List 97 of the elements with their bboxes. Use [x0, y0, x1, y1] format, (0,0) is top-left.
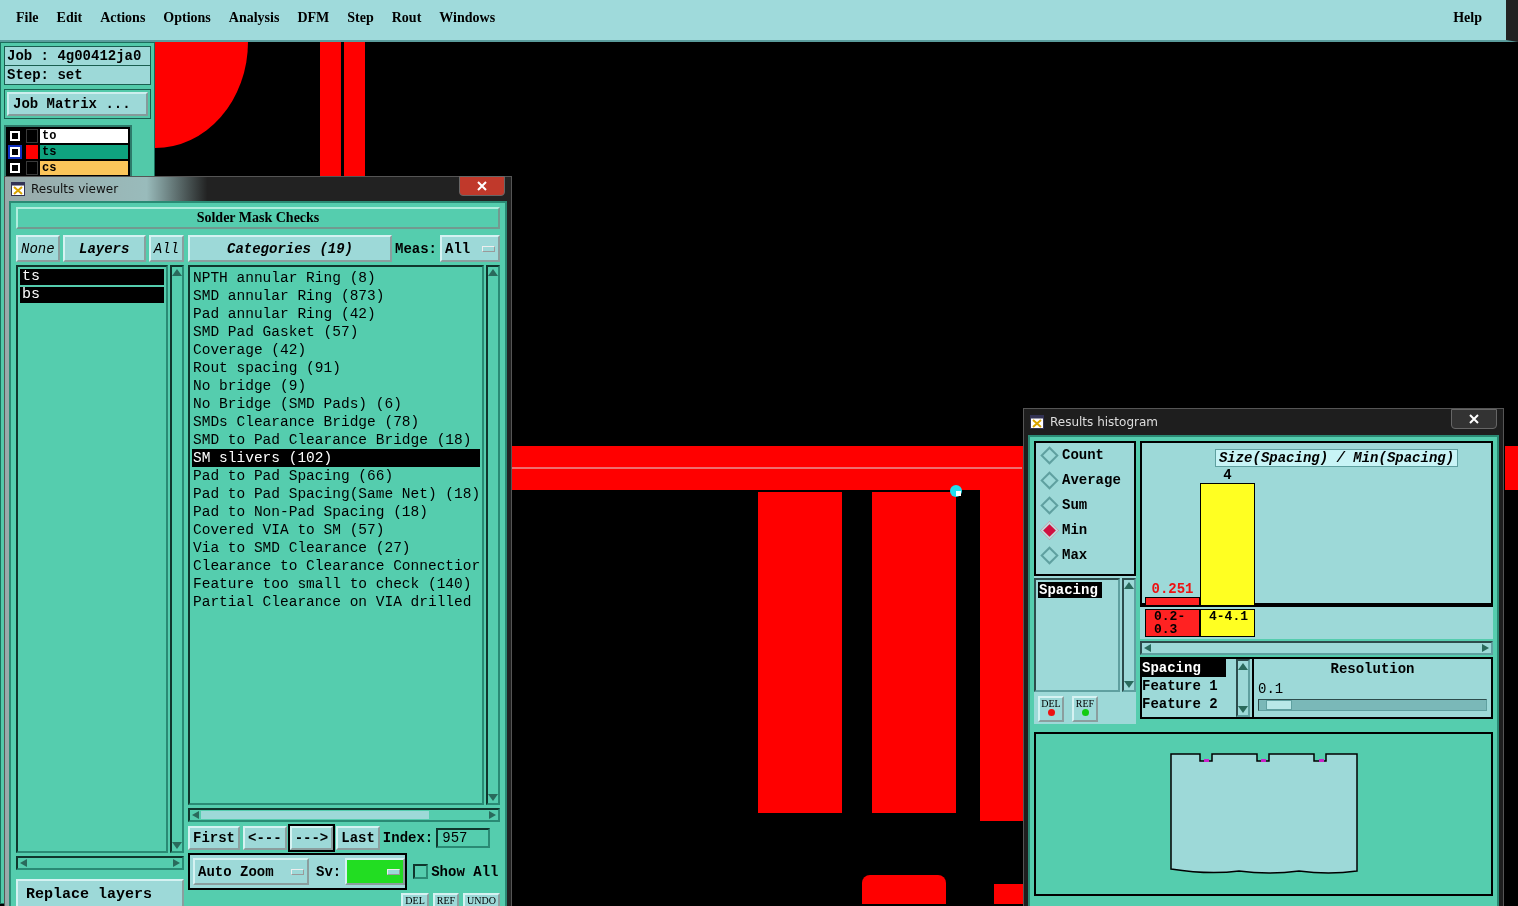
radio-button[interactable]	[1040, 545, 1059, 565]
category-label: 4-4.1	[1200, 609, 1255, 637]
layer-item[interactable]: ts	[20, 269, 164, 285]
layer-name[interactable]: cs	[40, 161, 128, 175]
navigation-button[interactable]: Last	[336, 825, 380, 850]
sv-label: Sv:	[315, 863, 343, 880]
category-item[interactable]: Pad to Pad Spacing(Same Net) (18)	[192, 485, 480, 503]
mode-label[interactable]: Min	[1062, 522, 1088, 538]
menu-item[interactable]: DFM	[297, 10, 330, 26]
histogram-bar[interactable]	[1200, 483, 1255, 605]
menu-item[interactable]: Actions	[100, 10, 146, 26]
category-item[interactable]: No Bridge (SMD Pads) (6)	[192, 395, 480, 413]
edit-button[interactable]: DEL	[401, 893, 429, 906]
navigation-button[interactable]: <---	[243, 825, 287, 850]
field-item[interactable]: Feature 2	[1142, 695, 1234, 713]
layer-checkbox[interactable]	[8, 161, 22, 175]
category-item[interactable]: Feature too small to check (140)	[192, 575, 480, 593]
index-label: Index:	[382, 829, 434, 846]
help-menu[interactable]: Help	[1453, 10, 1482, 26]
window-title: Results histogram	[1050, 415, 1158, 429]
job-label: Job : 4g00412ja0	[5, 47, 150, 65]
resolution-value: 0.1	[1258, 680, 1285, 697]
menu-item[interactable]: Step	[347, 10, 374, 26]
app-icon	[1030, 415, 1044, 429]
layer-name[interactable]: to	[40, 129, 128, 143]
category-item[interactable]: Via to SMD Clearance (27)	[192, 539, 480, 557]
measure-item[interactable]: Spacing	[1038, 582, 1102, 598]
tool-button[interactable]: DEL	[1038, 696, 1064, 722]
meas-label: Meas:	[395, 240, 437, 257]
category-item[interactable]: Pad to Pad Spacing (66)	[192, 467, 480, 485]
category-item[interactable]: Rout spacing (91)	[192, 359, 480, 377]
app-icon	[11, 182, 25, 196]
menu-item[interactable]: Options	[163, 10, 211, 26]
close-icon	[1469, 414, 1479, 424]
categories-button[interactable]: Categories (19)	[188, 235, 392, 262]
menu-item[interactable]: File	[16, 10, 39, 26]
meas-dropdown[interactable]: All	[440, 235, 500, 262]
resolution-label: Resolution	[1329, 661, 1416, 677]
field-item[interactable]: Spacing	[1142, 659, 1226, 677]
value-label: 0.251	[1151, 581, 1194, 598]
mode-label[interactable]: Max	[1062, 547, 1088, 563]
radio-button[interactable]	[1040, 445, 1059, 465]
chart-title: Size(Spacing) / Min(Spacing)	[1214, 449, 1459, 467]
menu-item[interactable]: Windows	[439, 10, 496, 26]
close-button[interactable]	[1451, 409, 1497, 429]
radio-button[interactable]	[1040, 470, 1059, 490]
radio-button[interactable]	[1040, 495, 1059, 515]
marker-icon	[950, 485, 962, 497]
edit-button[interactable]: UNDO	[463, 893, 500, 906]
category-item[interactable]: SMDs Clearance Bridge (78)	[192, 413, 480, 431]
layer-filter-button[interactable]: None	[16, 235, 60, 262]
mode-label[interactable]: Count	[1062, 447, 1104, 463]
window-title: Results viewer	[31, 182, 119, 196]
category-item[interactable]: Pad to Non-Pad Spacing (18)	[192, 503, 480, 521]
category-item[interactable]: SMD annular Ring (873)	[192, 287, 480, 305]
replace-layers-menu[interactable]: Replace layers	[16, 879, 184, 906]
category-label: 0.2-0.3	[1145, 609, 1200, 637]
menu-item[interactable]: Edit	[56, 10, 83, 26]
category-item[interactable]: No bridge (9)	[192, 377, 480, 395]
layer-item[interactable]: bs	[20, 287, 164, 303]
category-item[interactable]: NPTH annular Ring (8)	[192, 269, 480, 287]
field-item[interactable]: Feature 1	[1142, 677, 1234, 695]
layer-checkbox[interactable]	[8, 129, 22, 143]
category-item[interactable]: Partial Clearance on VIA drilled	[192, 593, 480, 611]
checkbox[interactable]	[413, 864, 429, 879]
layer-filter-button[interactable]: All	[148, 235, 184, 262]
section-heading: Solder Mask Checks	[16, 207, 500, 229]
category-item[interactable]: Covered VIA to SM (57)	[192, 521, 480, 539]
copper-pad	[994, 884, 1023, 904]
category-item[interactable]: SMD to Pad Clearance Bridge (18)	[192, 431, 480, 449]
job-matrix-button[interactable]: Job Matrix ...	[7, 92, 148, 116]
category-item[interactable]: Clearance to Clearance Connectior	[192, 557, 480, 575]
mode-label[interactable]: Sum	[1062, 497, 1088, 513]
layer-checkbox[interactable]	[8, 145, 22, 159]
step-label: Step: set	[5, 66, 150, 84]
menu-item[interactable]: Analysis	[228, 10, 280, 26]
copper-trace	[1505, 446, 1518, 490]
resolution-slider[interactable]	[1258, 699, 1487, 711]
close-icon	[477, 181, 487, 191]
mode-label[interactable]: Average	[1062, 472, 1121, 488]
index-field[interactable]: 957	[436, 827, 491, 848]
category-item[interactable]: Pad annular Ring (42)	[192, 305, 480, 323]
layer-name[interactable]: ts	[40, 145, 128, 159]
tool-button[interactable]: REF	[1072, 696, 1098, 722]
close-button[interactable]	[459, 176, 505, 196]
category-item[interactable]: SMD Pad Gasket (57)	[192, 323, 480, 341]
show-all-label: Show All	[431, 863, 499, 880]
menu-item[interactable]: Rout	[391, 10, 422, 26]
category-item[interactable]: SM slivers (102)	[192, 449, 480, 467]
value-label: 4	[1223, 467, 1232, 483]
category-item[interactable]: Coverage (42)	[192, 341, 480, 359]
edit-button[interactable]: REF	[432, 893, 460, 906]
navigation-button[interactable]: --->	[289, 825, 334, 850]
layer-filter-button[interactable]: Layers	[62, 235, 146, 262]
zoom-dropdown[interactable]: Auto Zoom	[193, 858, 309, 885]
color-dropdown[interactable]	[345, 858, 406, 885]
navigation-button[interactable]: First	[188, 825, 240, 850]
